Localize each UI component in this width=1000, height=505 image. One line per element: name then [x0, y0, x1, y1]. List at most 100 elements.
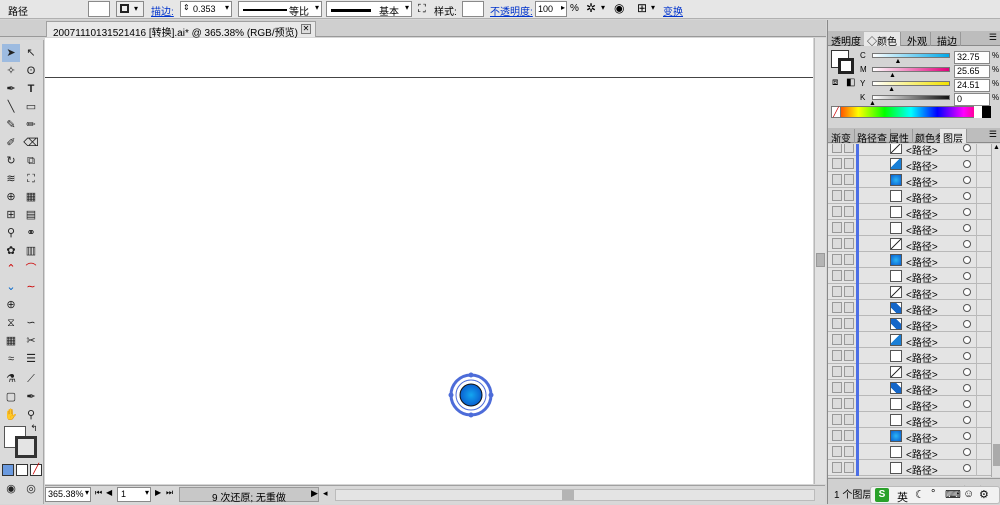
list-icon[interactable]: ☰ — [22, 350, 40, 368]
eyedropper-icon[interactable]: ⚲ — [2, 224, 20, 242]
layer-row[interactable]: <路径> — [828, 380, 991, 397]
moon-icon[interactable]: ☾ — [915, 488, 925, 501]
fill-swatch[interactable] — [88, 1, 110, 17]
layer-row[interactable]: <路径> — [828, 428, 991, 445]
hand-tool-icon[interactable]: ✋ — [2, 406, 20, 424]
tab-attributes[interactable]: 属性 — [886, 129, 913, 145]
selection-cell[interactable] — [976, 204, 991, 220]
lock-toggle[interactable] — [844, 286, 854, 297]
lock-toggle[interactable] — [844, 174, 854, 185]
layer-row[interactable]: <路径> — [828, 300, 991, 317]
align-icon[interactable]: ⊞ — [637, 1, 647, 15]
target-circle-icon[interactable] — [963, 208, 971, 216]
chevron-right-icon[interactable]: ▸ — [561, 3, 565, 12]
tab-gradient[interactable]: 渐变 — [828, 129, 855, 145]
visibility-toggle[interactable] — [832, 174, 842, 185]
eyedropper-alt-icon[interactable]: ⚗ — [2, 370, 20, 388]
visibility-toggle[interactable] — [832, 334, 842, 345]
tab-stroke[interactable]: 描边 — [934, 32, 961, 48]
target-circle-icon[interactable] — [963, 176, 971, 184]
web-safe-icon[interactable]: ◧ — [846, 77, 855, 88]
scale-icon[interactable]: ⧉ — [22, 152, 40, 170]
document-tab[interactable]: 20071110131521416 [转换].ai* @ 365.38% (RG… — [46, 21, 316, 39]
target-circle-icon[interactable] — [963, 320, 971, 328]
target-circle-icon[interactable] — [963, 304, 971, 312]
layer-row[interactable]: <路径> — [828, 156, 991, 173]
scroll-thumb[interactable] — [562, 490, 574, 500]
last-artboard-icon[interactable]: ⏭ — [166, 488, 173, 498]
channel-value-field[interactable]: 0 — [954, 93, 990, 106]
slice-icon[interactable]: ▦ — [2, 332, 20, 350]
draw-normal-icon[interactable]: ◉ — [2, 480, 20, 498]
gradient-icon[interactable]: ▤ — [22, 206, 40, 224]
stroke-weight-field[interactable]: ⇕ 0.353 ▾ — [180, 1, 232, 17]
layer-row[interactable]: <路径> — [828, 284, 991, 301]
visibility-toggle[interactable] — [832, 254, 842, 265]
lock-toggle[interactable] — [844, 350, 854, 361]
selection-cell[interactable] — [976, 172, 991, 188]
chevron-down-icon[interactable]: ▾ — [145, 488, 149, 497]
visibility-toggle[interactable] — [832, 462, 842, 473]
lock-toggle[interactable] — [844, 382, 854, 393]
selection-cell[interactable] — [976, 268, 991, 284]
visibility-toggle[interactable] — [832, 144, 842, 153]
target-circle-icon[interactable] — [963, 240, 971, 248]
layer-row[interactable]: <路径> — [828, 364, 991, 381]
panel-menu-icon[interactable]: ☰ — [989, 32, 997, 43]
crop-icon[interactable]: ▢ — [2, 388, 20, 406]
selection-cell[interactable] — [976, 444, 991, 460]
status-menu-icon[interactable]: ▶ — [311, 488, 318, 499]
visibility-toggle[interactable] — [832, 190, 842, 201]
keyboard-icon[interactable]: ⌨ — [945, 488, 961, 501]
scroll-thumb[interactable] — [993, 444, 1000, 466]
lock-toggle[interactable] — [844, 462, 854, 473]
target-circle-icon[interactable] — [963, 224, 971, 232]
artboard-number-field[interactable]: 1 ▾ — [117, 487, 151, 502]
visibility-toggle[interactable] — [832, 286, 842, 297]
visibility-toggle[interactable] — [832, 382, 842, 393]
blend-icon[interactable]: ⚭ — [22, 224, 40, 242]
eraser-icon[interactable]: ⌫ — [22, 134, 40, 152]
channel-slider[interactable] — [872, 67, 950, 72]
layer-row[interactable]: <路径> — [828, 220, 991, 237]
chevron-down-icon[interactable]: ▾ — [651, 3, 655, 12]
zigzag-icon[interactable]: ≈ — [2, 350, 20, 368]
pencil-icon[interactable]: ✏ — [22, 116, 40, 134]
lock-toggle[interactable] — [844, 254, 854, 265]
visibility-toggle[interactable] — [832, 366, 842, 377]
channel-slider[interactable] — [872, 81, 950, 86]
target-circle-icon[interactable] — [963, 256, 971, 264]
target-circle-icon[interactable] — [963, 352, 971, 360]
lock-toggle[interactable] — [844, 398, 854, 409]
target-circle-icon[interactable] — [963, 272, 971, 280]
layers-scrollbar[interactable]: ▲ — [991, 144, 1000, 477]
selection-cell[interactable] — [976, 156, 991, 172]
knife-icon[interactable]: ✒ — [22, 388, 40, 406]
perspective-grid-icon[interactable]: ▦ — [22, 188, 40, 206]
selected-circle-artwork[interactable] — [440, 370, 506, 422]
target-circle-icon[interactable] — [963, 160, 971, 168]
color-mode-icon[interactable] — [2, 464, 14, 476]
none-swatch[interactable]: ╱ — [831, 106, 841, 118]
slider-handle-icon[interactable]: ▲ — [895, 58, 902, 65]
stroke-label-link[interactable]: 描边: — [151, 3, 174, 18]
channel-value-field[interactable]: 24.51 — [954, 79, 990, 92]
pen-tool-icon[interactable]: ✒ — [2, 80, 20, 98]
globe-icon[interactable]: ◉ — [614, 1, 624, 15]
chevron-down-icon[interactable]: ▾ — [225, 3, 229, 12]
scroll-up-icon[interactable]: ▲ — [993, 144, 1000, 151]
channel-value-field[interactable]: 32.75 — [954, 51, 990, 64]
next-artboard-icon[interactable]: ▶ — [155, 488, 161, 497]
layer-row[interactable]: <路径> — [828, 204, 991, 221]
selection-cell[interactable] — [976, 284, 991, 300]
chevron-down-icon[interactable]: ▾ — [85, 488, 89, 497]
prev-artboard-icon[interactable]: ◀ — [106, 488, 112, 497]
lock-toggle[interactable] — [844, 334, 854, 345]
layer-row[interactable]: <路径> — [828, 412, 991, 429]
column-graph-icon[interactable]: ▥ — [22, 242, 40, 260]
ime-language[interactable]: 英 — [897, 489, 908, 505]
target-circle-icon[interactable] — [963, 416, 971, 424]
black-swatch[interactable] — [982, 106, 991, 118]
artboard-icon[interactable]: ⧖ — [2, 314, 20, 332]
visibility-toggle[interactable] — [832, 238, 842, 249]
